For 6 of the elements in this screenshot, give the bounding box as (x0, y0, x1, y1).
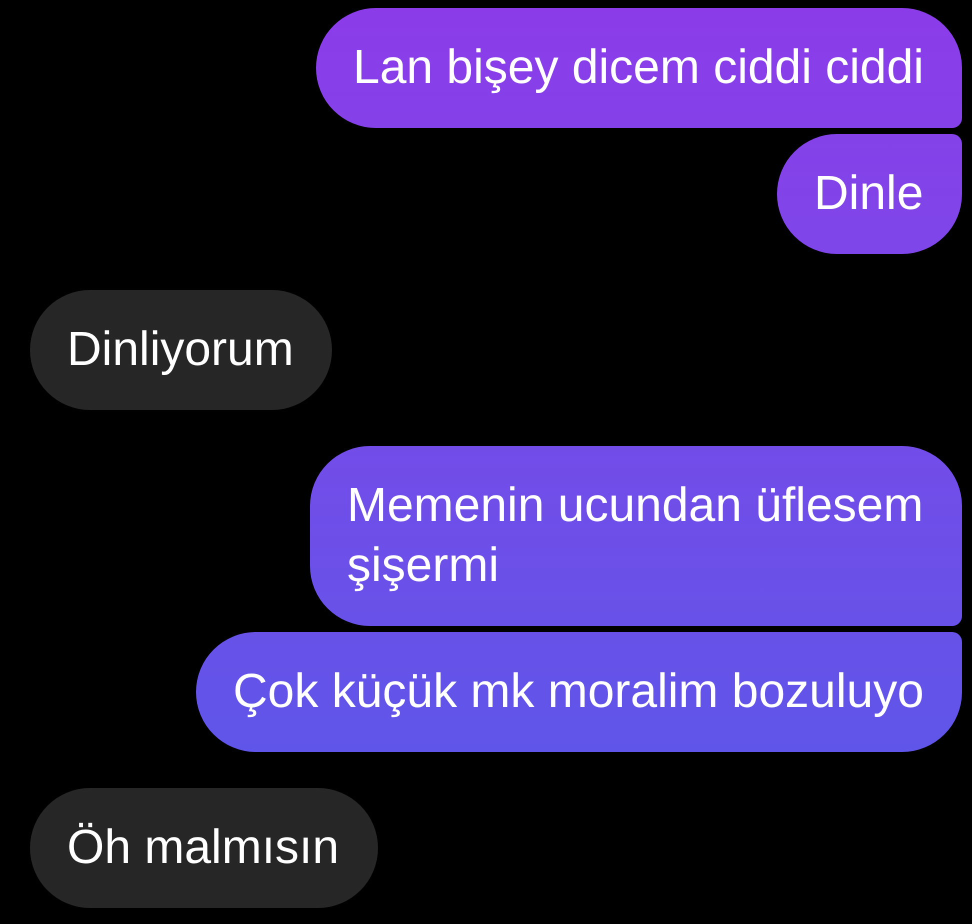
sent-message-bubble: Memenin ucundan üflesem şişermi (310, 446, 962, 626)
sent-message-bubble: Çok küçük mk moralim bozuluyo (196, 632, 962, 752)
sent-message-bubble: Lan bişey dicem ciddi ciddi (316, 8, 962, 128)
received-message-bubble: Dinliyorum (30, 290, 332, 410)
received-message-bubble: Öh malmısın (30, 788, 378, 908)
sent-message-bubble: Dinle (777, 134, 962, 254)
